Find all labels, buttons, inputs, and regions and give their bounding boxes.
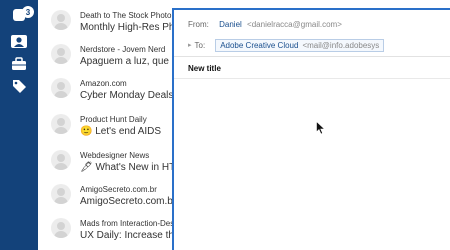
divider: [174, 56, 450, 57]
message-list: Death to The Stock Photo Monthly High-Re…: [38, 0, 178, 250]
message-sender: Product Hunt Daily: [80, 115, 147, 124]
recipient-chip[interactable]: Adobe Creative Cloud <mail@info.adobesys: [215, 38, 385, 52]
to-label: To:: [194, 40, 206, 50]
list-item[interactable]: AmigoSecreto.com.br AmigoSecreto.com.br: [38, 178, 178, 212]
avatar: [51, 184, 71, 204]
message-subject: UX Daily: Increase the Eff: [80, 230, 178, 241]
unread-count-badge: 3: [22, 6, 34, 18]
recipient-name: Adobe Creative Cloud: [220, 40, 299, 50]
to-row: ▸ To: Adobe Creative Cloud <mail@info.ad…: [188, 38, 385, 52]
from-name[interactable]: Daniel: [219, 20, 242, 29]
subject-field[interactable]: New title: [188, 64, 221, 73]
message-subject-line: 🖋 What's New in HTML: [80, 162, 178, 173]
message-subject-line: 🙂 Let's end AIDS: [80, 126, 161, 137]
list-item[interactable]: Death to The Stock Photo Monthly High-Re…: [38, 4, 178, 38]
compose-panel: From: Daniel <danielracca@gmail.com> ▸ T…: [172, 8, 450, 250]
avatar: [51, 44, 71, 64]
message-body-area[interactable]: [174, 79, 450, 250]
emoji-icon: 🙂: [80, 126, 93, 137]
list-item[interactable]: Nerdstore - Jovem Nerd Apaguem a luz, qu…: [38, 38, 178, 72]
message-sender: Death to The Stock Photo: [80, 11, 172, 20]
from-label: From:: [188, 20, 209, 29]
message-subject: Let's end AIDS: [95, 126, 162, 137]
message-sender: Mads from Interaction-Design: [80, 219, 178, 228]
message-subject: AmigoSecreto.com.br: [80, 196, 177, 207]
avatar: [51, 114, 71, 134]
from-row: From: Daniel <danielracca@gmail.com>: [188, 20, 342, 32]
message-subject: Apaguem a luz, que nós: [80, 56, 178, 67]
list-item[interactable]: Amazon.com Cyber Monday Deals We: [38, 72, 178, 106]
avatar: [51, 10, 71, 30]
briefcase-icon[interactable]: [10, 55, 28, 73]
message-sender: Amazon.com: [80, 79, 127, 88]
recipient-email: <mail@info.adobesys: [302, 40, 380, 50]
contacts-icon[interactable]: [10, 32, 28, 50]
message-subject: What's New in HTML: [95, 162, 178, 173]
mouse-cursor-icon: [316, 121, 326, 135]
message-subject: Cyber Monday Deals We: [80, 90, 178, 101]
tag-icon[interactable]: [10, 77, 28, 95]
avatar: [51, 150, 71, 170]
message-subject: Monthly High-Res Photo: [80, 22, 178, 33]
list-item[interactable]: Mads from Interaction-Design UX Daily: I…: [38, 212, 178, 246]
list-item[interactable]: Product Hunt Daily 🙂 Let's end AIDS: [38, 108, 178, 142]
pen-icon: 🖋: [80, 162, 93, 173]
expand-arrow-icon[interactable]: ▸: [188, 41, 192, 49]
message-sender: Webdesigner News: [80, 151, 150, 160]
avatar: [51, 218, 71, 238]
list-item[interactable]: Webdesigner News 🖋 What's New in HTML: [38, 144, 178, 178]
message-sender: AmigoSecreto.com.br: [80, 185, 157, 194]
left-rail: 3: [0, 0, 38, 250]
from-email[interactable]: <danielracca@gmail.com>: [247, 20, 342, 29]
message-sender: Nerdstore - Jovem Nerd: [80, 45, 166, 54]
avatar: [51, 78, 71, 98]
